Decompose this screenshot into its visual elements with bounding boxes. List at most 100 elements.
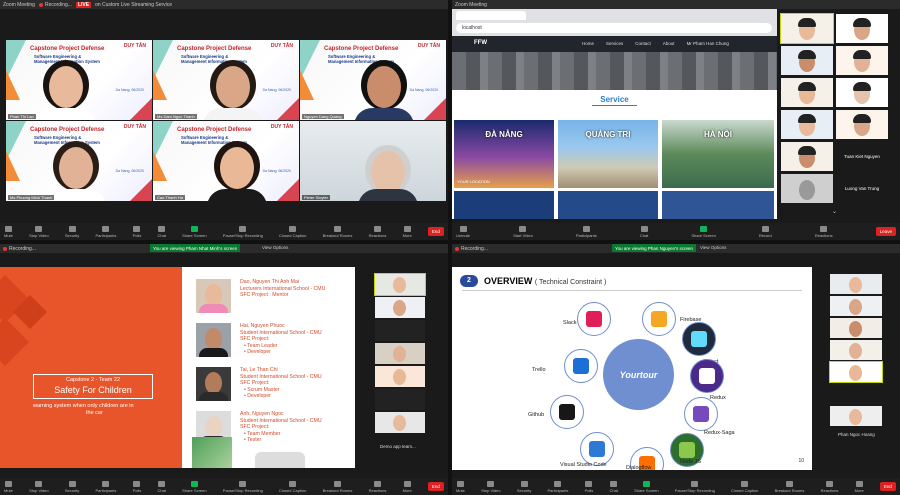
- toolbar-button-polls[interactable]: Polls: [133, 480, 141, 493]
- participant-thumb[interactable]: [781, 110, 833, 139]
- toolbar-button-chat[interactable]: Chat: [640, 225, 648, 238]
- video-tile[interactable]: Capstone Project Defense Software Enginee…: [300, 40, 446, 120]
- toolbar-icon: [554, 480, 562, 487]
- toolbar-button-record[interactable]: Record: [759, 225, 772, 238]
- toolbar-button-closed-caption[interactable]: Closed Caption: [279, 480, 306, 493]
- toolbar-button-pause-stop-recording[interactable]: Pause/Stop Recording: [223, 225, 263, 238]
- nav-link-2[interactable]: Contact: [635, 41, 651, 46]
- participant-name-tile[interactable]: Luong Van Trung: [836, 174, 888, 203]
- view-options-button[interactable]: View Options: [262, 245, 288, 250]
- video-tile[interactable]: Capstone Project Defense Software Enginee…: [6, 40, 152, 120]
- toolbar-button-security[interactable]: Security: [65, 480, 79, 493]
- recording-indicator[interactable]: Recording...: [38, 2, 72, 8]
- member-photo: [196, 367, 231, 401]
- toolbar-button-stop-video[interactable]: Stop Video: [29, 480, 49, 493]
- video-tile[interactable]: Capstone Project Defense Software Enginee…: [153, 40, 299, 120]
- toolbar-button-reactions[interactable]: Reactions: [821, 480, 838, 493]
- toolbar-button-breakout-rooms[interactable]: Breakout Rooms: [775, 480, 804, 493]
- toolbar-button-participants[interactable]: Participants: [576, 225, 597, 238]
- toolbar-button-reactions[interactable]: Reactions: [369, 480, 386, 493]
- end-meeting-button[interactable]: Leave: [875, 227, 896, 236]
- participant-thumb[interactable]: [374, 273, 426, 296]
- participant-thumb[interactable]: [375, 297, 425, 318]
- participant-name-tile[interactable]: Tuan Kiet Nguyen: [836, 142, 888, 171]
- toolbar-button-share-screen[interactable]: Share Screen: [691, 225, 716, 238]
- recording-label: Recording...: [461, 245, 488, 252]
- toolbar-button-chat[interactable]: Chat: [157, 480, 166, 493]
- toolbar-button-closed-caption[interactable]: Closed Caption: [731, 480, 758, 493]
- participant-thumb[interactable]: [830, 318, 882, 338]
- toolbar-button-stop-video[interactable]: Stop Video: [29, 225, 49, 238]
- participant-thumb[interactable]: [781, 46, 833, 75]
- toolbar-button-pause-stop-recording[interactable]: Pause/Stop Recording: [223, 480, 263, 493]
- person-face: [393, 369, 406, 385]
- video-tile[interactable]: Capstone Project Defense Software Enginee…: [6, 121, 152, 201]
- video-tile[interactable]: Pieter Sluyter: [300, 121, 446, 201]
- browser-address-bar[interactable]: localhost: [452, 9, 777, 36]
- toolbar-button-security[interactable]: Security: [517, 480, 531, 493]
- toolbar-button-breakout-rooms[interactable]: Breakout Rooms: [323, 225, 352, 238]
- participant-thumb[interactable]: [780, 13, 834, 44]
- city-card-quang-tri[interactable]: QUẢNG TRỊ: [558, 120, 658, 188]
- toolbar-button-reactions[interactable]: Reactions: [369, 225, 386, 238]
- toolbar-button-start-video[interactable]: Start Video: [513, 225, 533, 238]
- toolbar-button-more[interactable]: More: [855, 480, 864, 493]
- end-meeting-button[interactable]: End: [427, 227, 444, 236]
- toolbar-button-mute[interactable]: Mute: [4, 225, 13, 238]
- scroll-down-icon[interactable]: ⌄: [832, 208, 840, 215]
- participant-thumb[interactable]: [836, 110, 888, 139]
- toolbar-button-reactions[interactable]: Reactions: [815, 225, 833, 238]
- site-logo[interactable]: FFW: [474, 40, 487, 46]
- participant-thumb[interactable]: [830, 340, 882, 360]
- live-badge[interactable]: LIVE: [75, 1, 92, 8]
- toolbar-button-stop-video[interactable]: Stop Video: [481, 480, 501, 493]
- participant-thumb[interactable]: [829, 361, 883, 383]
- participant-thumb[interactable]: [375, 389, 425, 410]
- video-tile[interactable]: Capstone Project Defense Software Enginee…: [153, 121, 299, 201]
- url-field[interactable]: localhost: [456, 23, 772, 33]
- toolbar-button-unmute[interactable]: Unmute: [456, 225, 470, 238]
- participant-thumb[interactable]: [781, 174, 833, 203]
- participant-thumb[interactable]: [781, 78, 833, 107]
- toolbar-button-share-screen[interactable]: Share Screen: [634, 480, 659, 493]
- toolbar-button-participants[interactable]: Participants: [95, 480, 116, 493]
- participant-thumb[interactable]: [830, 274, 882, 294]
- toolbar-button-share-screen[interactable]: Share Screen: [182, 480, 207, 493]
- participant-thumb[interactable]: [836, 14, 888, 43]
- toolbar-button-pause-stop-recording[interactable]: Pause/Stop Recording: [675, 480, 715, 493]
- toolbar-button-security[interactable]: Security: [65, 225, 79, 238]
- toolbar-button-mute[interactable]: Mute: [456, 480, 465, 493]
- end-meeting-button[interactable]: End: [879, 482, 896, 491]
- city-card-da-nang[interactable]: ĐÀ NẴNG YOUR LOCATION: [454, 120, 554, 188]
- toolbar-button-participants[interactable]: Participants: [547, 480, 568, 493]
- toolbar-button-share-screen[interactable]: Share Screen: [182, 225, 207, 238]
- toolbar-button-polls[interactable]: Polls: [133, 225, 141, 238]
- toolbar-button-more[interactable]: More: [403, 480, 412, 493]
- nav-link-4[interactable]: Mr Pham Han Chung: [687, 41, 729, 46]
- toolbar-button-polls[interactable]: Polls: [585, 480, 593, 493]
- city-card-ha-noi[interactable]: HÀ NỘI: [662, 120, 774, 188]
- nav-link-1[interactable]: Services: [606, 41, 623, 46]
- toolbar-button-chat[interactable]: Chat: [609, 480, 618, 493]
- nav-link-3[interactable]: About: [663, 41, 675, 46]
- end-meeting-button[interactable]: End: [427, 482, 444, 491]
- toolbar-button-participants[interactable]: Participants: [95, 225, 116, 238]
- participant-thumb[interactable]: [375, 320, 425, 341]
- participant-thumb[interactable]: [830, 296, 882, 316]
- participant-thumb[interactable]: [830, 406, 882, 426]
- toolbar-button-closed-caption[interactable]: Closed Caption: [279, 225, 306, 238]
- participant-thumb[interactable]: [781, 142, 833, 171]
- recording-indicator[interactable]: Recording...: [455, 246, 488, 252]
- view-options-button[interactable]: View Options: [700, 245, 726, 250]
- participant-thumb[interactable]: [836, 46, 888, 75]
- toolbar-button-mute[interactable]: Mute: [4, 480, 13, 493]
- toolbar-button-more[interactable]: More: [403, 225, 412, 238]
- recording-indicator[interactable]: Recording...: [3, 246, 36, 252]
- nav-link-0[interactable]: Home: [582, 41, 594, 46]
- toolbar-button-breakout-rooms[interactable]: Breakout Rooms: [323, 480, 352, 493]
- participant-thumb[interactable]: [375, 343, 425, 364]
- participant-thumb[interactable]: [375, 412, 425, 433]
- participant-thumb[interactable]: [836, 78, 888, 107]
- toolbar-button-chat[interactable]: Chat: [157, 225, 166, 238]
- participant-thumb[interactable]: [375, 366, 425, 387]
